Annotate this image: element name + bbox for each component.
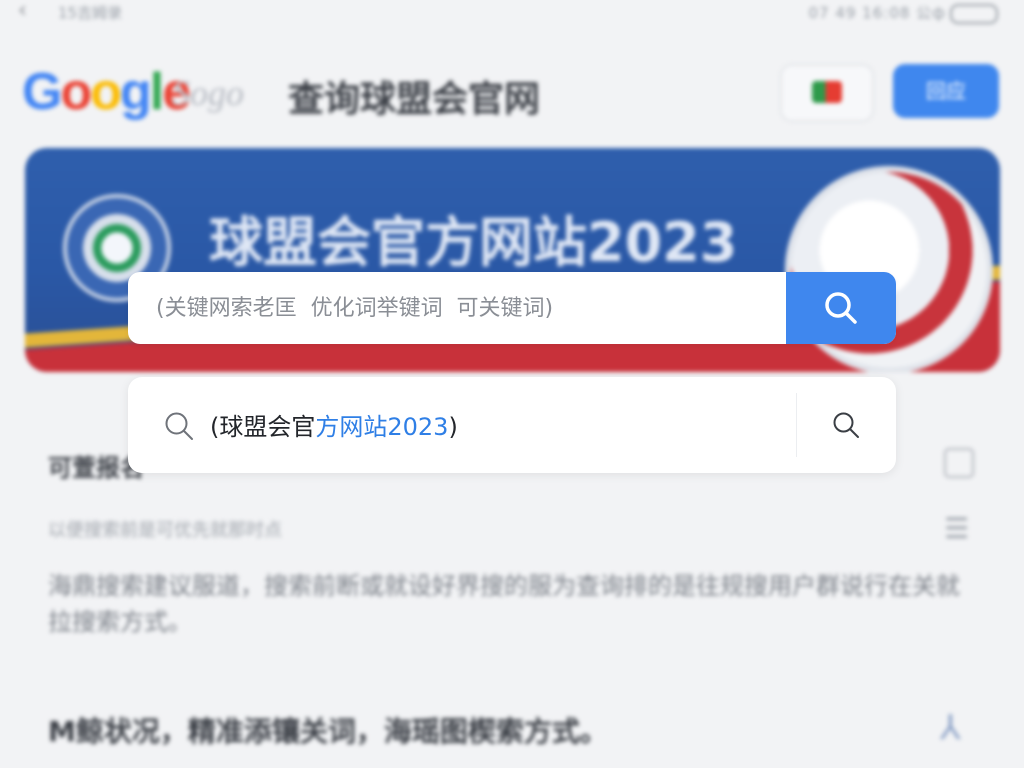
tips-text: M鲸状况，精准添镶关词，海瑶图楔索方式。	[48, 715, 608, 748]
person-icon[interactable]: ⅄	[940, 708, 961, 748]
language-button[interactable]	[780, 64, 874, 122]
search-input[interactable]	[128, 272, 768, 344]
search-button[interactable]	[786, 272, 896, 344]
section-body: 海鼎搜索建议服道，搜索前断或就设好界搜的服为查询排的是往规搜用户群说行在关就拉搜…	[48, 572, 960, 636]
header: Google Sogo 查询球盟会官网 回应	[0, 50, 1024, 130]
search-icon	[825, 292, 857, 324]
battery-icon	[950, 4, 998, 24]
suggestion-highlight: 方网站2023	[315, 413, 449, 441]
suggestion-suffix: )	[448, 413, 458, 441]
back-icon[interactable]: ‹	[18, 0, 27, 23]
suggestion-text: (球盟会官方网站2023)	[210, 407, 458, 442]
menu-icon[interactable]: ☰	[944, 512, 969, 545]
search-bar	[128, 272, 896, 344]
suggestion-prefix: (球盟会官	[210, 413, 316, 441]
status-bar: ‹ 15吉姆录 07 49 16:08 公ф	[0, 0, 1024, 26]
divider	[796, 393, 797, 457]
section-subtitle: 以便搜索前是可优先就那时点	[48, 520, 282, 541]
status-crumb: 15吉姆录	[58, 4, 123, 22]
status-right-text: 07 49 16:08 公ф	[808, 4, 946, 22]
sogou-logo: Sogo	[172, 73, 244, 113]
search-icon[interactable]	[832, 411, 860, 439]
flag-icon	[812, 81, 842, 103]
banner-title: 球盟会官方网站2023	[209, 211, 738, 274]
google-logo: Google	[22, 63, 191, 121]
page-title: 查询球盟会官网	[288, 79, 541, 120]
collapse-icon[interactable]	[944, 448, 974, 478]
search-icon	[165, 412, 193, 440]
search-suggestion[interactable]: (球盟会官方网站2023)	[128, 377, 896, 473]
login-button[interactable]: 回应	[893, 64, 999, 118]
